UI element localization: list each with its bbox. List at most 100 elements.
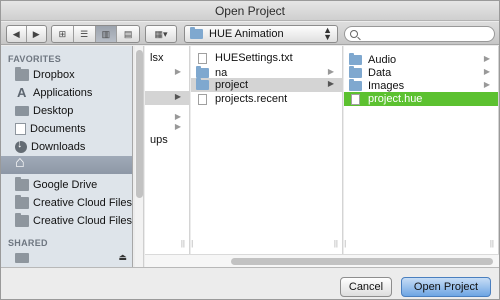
chevron-right-icon: ▶: [174, 112, 181, 121]
folder-icon: [15, 195, 29, 209]
horizontal-scrollbar[interactable]: [145, 254, 499, 267]
folder-icon: [15, 67, 29, 81]
list-item-label: projects.recent: [215, 93, 288, 105]
column-resize-handle[interactable]: ||: [344, 239, 346, 248]
open-project-dialog: Open Project ◀ ▶ ⊞ ☰ ▥ ▤ ▦▾ HUE Animatio…: [0, 0, 500, 300]
back-button[interactable]: ◀: [7, 26, 27, 42]
sidebar-item-documents[interactable]: Documents: [1, 120, 132, 138]
browser-column-1: HUESettings.txt na ▶ project ▶ projects.…: [191, 46, 343, 254]
chevron-right-icon: ▶: [483, 54, 490, 63]
sidebar-item-label: Creative Cloud Files: [33, 197, 133, 209]
list-item[interactable]: ups: [145, 133, 189, 147]
sidebar-item-applications[interactable]: Applications: [1, 84, 132, 102]
updown-arrows-icon: ▲ ▼: [323, 25, 332, 42]
chevron-right-icon: ▶: [174, 67, 181, 76]
list-item-label: ups: [150, 134, 168, 146]
list-item[interactable]: projects.recent: [191, 92, 342, 106]
search-icon: [350, 30, 358, 38]
column-resize-handle[interactable]: ||: [191, 239, 193, 248]
sidebar-item-label: Dropbox: [33, 69, 75, 81]
folder-icon: [15, 213, 29, 227]
list-view-button[interactable]: ☰: [74, 26, 96, 42]
window-title: Open Project: [214, 4, 286, 18]
list-item[interactable]: ▶: [145, 66, 189, 80]
location-popup[interactable]: HUE Animation ▲ ▼: [184, 25, 338, 43]
file-icon: [351, 93, 360, 105]
navigation-buttons: ◀ ▶: [6, 25, 47, 43]
list-item[interactable]: HUESettings.txt: [191, 51, 342, 65]
folder-icon: [349, 66, 362, 78]
shared-heading: SHARED: [8, 238, 48, 248]
folder-icon: [196, 78, 209, 90]
list-item[interactable]: ▶: [145, 91, 189, 105]
downloads-icon: [15, 138, 27, 153]
column-resize-handle[interactable]: ||: [490, 239, 494, 248]
file-icon: [198, 52, 207, 64]
sidebar: FAVORITES Dropbox Applications Desktop D…: [1, 46, 133, 267]
icon-view-button[interactable]: ⊞: [52, 26, 74, 42]
list-item[interactable]: Images ▶: [344, 79, 498, 93]
chevron-right-icon: ▶: [483, 67, 490, 76]
list-item-label: Data: [368, 67, 392, 79]
home-icon: [15, 154, 29, 172]
sidebar-item-label: Desktop: [33, 105, 74, 117]
sidebar-item-label: Creative Cloud Files: [33, 215, 133, 227]
desktop-icon: [15, 106, 29, 116]
list-item-label: Images: [368, 80, 405, 92]
sidebar-item-creative-cloud-files-2[interactable]: Creative Cloud Files: [1, 212, 133, 230]
sidebar-item-dropbox[interactable]: Dropbox: [1, 66, 132, 84]
arrange-icon: ▦▾: [154, 28, 168, 39]
sidebar-item-desktop[interactable]: Desktop: [1, 102, 132, 120]
forward-button[interactable]: ▶: [27, 26, 46, 42]
favorites-heading: FAVORITES: [8, 54, 62, 64]
open-project-button[interactable]: Open Project: [401, 277, 491, 297]
folder-icon: [349, 53, 362, 65]
sidebar-item-google-drive[interactable]: Google Drive: [1, 176, 132, 194]
chevron-right-icon: ▶: [174, 122, 181, 131]
arrange-button[interactable]: ▦▾: [145, 25, 177, 43]
eject-icon[interactable]: ⏏: [118, 252, 127, 263]
monitor-icon: [15, 253, 29, 263]
browser-column-2: Audio ▶ Data ▶ Images ▶ project.hue | | |…: [344, 46, 499, 254]
list-item[interactable]: Data ▶: [344, 66, 498, 80]
list-item[interactable]: project ▶: [191, 78, 342, 92]
sidebar-scrollbar[interactable]: [135, 46, 144, 267]
cancel-button[interactable]: Cancel: [340, 277, 392, 297]
chevron-right-icon: ▶: [327, 67, 334, 76]
title-bar[interactable]: Open Project: [1, 1, 499, 21]
column-view-button[interactable]: ▥: [95, 26, 118, 42]
list-item-label: lsx: [150, 52, 164, 64]
list-item-label: project: [215, 79, 249, 91]
list-item-label: HUESettings.txt: [215, 52, 293, 64]
location-label: HUE Animation: [209, 28, 284, 40]
sidebar-item-home[interactable]: [1, 154, 132, 174]
folder-icon: [15, 177, 29, 191]
file-icon: [198, 93, 207, 105]
column-resize-handle[interactable]: ||: [181, 239, 185, 248]
sidebar-scroll-thumb[interactable]: [136, 50, 143, 198]
list-item[interactable]: lsx: [145, 51, 189, 65]
toolbar: ◀ ▶ ⊞ ☰ ▥ ▤ ▦▾ HUE Animation ▲ ▼: [1, 22, 499, 45]
applications-icon: [15, 85, 29, 100]
folder-icon: [190, 27, 203, 39]
sidebar-item-label: Downloads: [31, 141, 86, 153]
list-item-label: Audio: [368, 54, 397, 66]
documents-icon: [15, 123, 26, 135]
column-resize-handle[interactable]: ||: [334, 239, 338, 248]
list-item[interactable]: Audio ▶: [344, 53, 498, 67]
dialog-footer: Cancel Open Project: [1, 267, 499, 299]
sidebar-item-label: Google Drive: [33, 179, 98, 191]
sidebar-item-creative-cloud-files[interactable]: Creative Cloud Files: [1, 194, 133, 212]
horizontal-scroll-thumb[interactable]: [231, 258, 493, 265]
chevron-right-icon: ▶: [327, 79, 334, 88]
folder-icon: [196, 66, 209, 78]
search-input[interactable]: [361, 28, 489, 40]
list-item-selected[interactable]: project.hue: [344, 92, 498, 106]
search-field[interactable]: [344, 26, 495, 42]
chevron-right-icon: ▶: [483, 80, 490, 89]
view-mode-buttons: ⊞ ☰ ▥ ▤: [51, 25, 140, 43]
sidebar-item-label: Applications: [33, 87, 93, 99]
sidebar-item-shared-computer[interactable]: ⏏: [1, 249, 132, 267]
list-item-label: project.hue: [368, 93, 423, 105]
coverflow-view-button[interactable]: ▤: [117, 26, 139, 42]
